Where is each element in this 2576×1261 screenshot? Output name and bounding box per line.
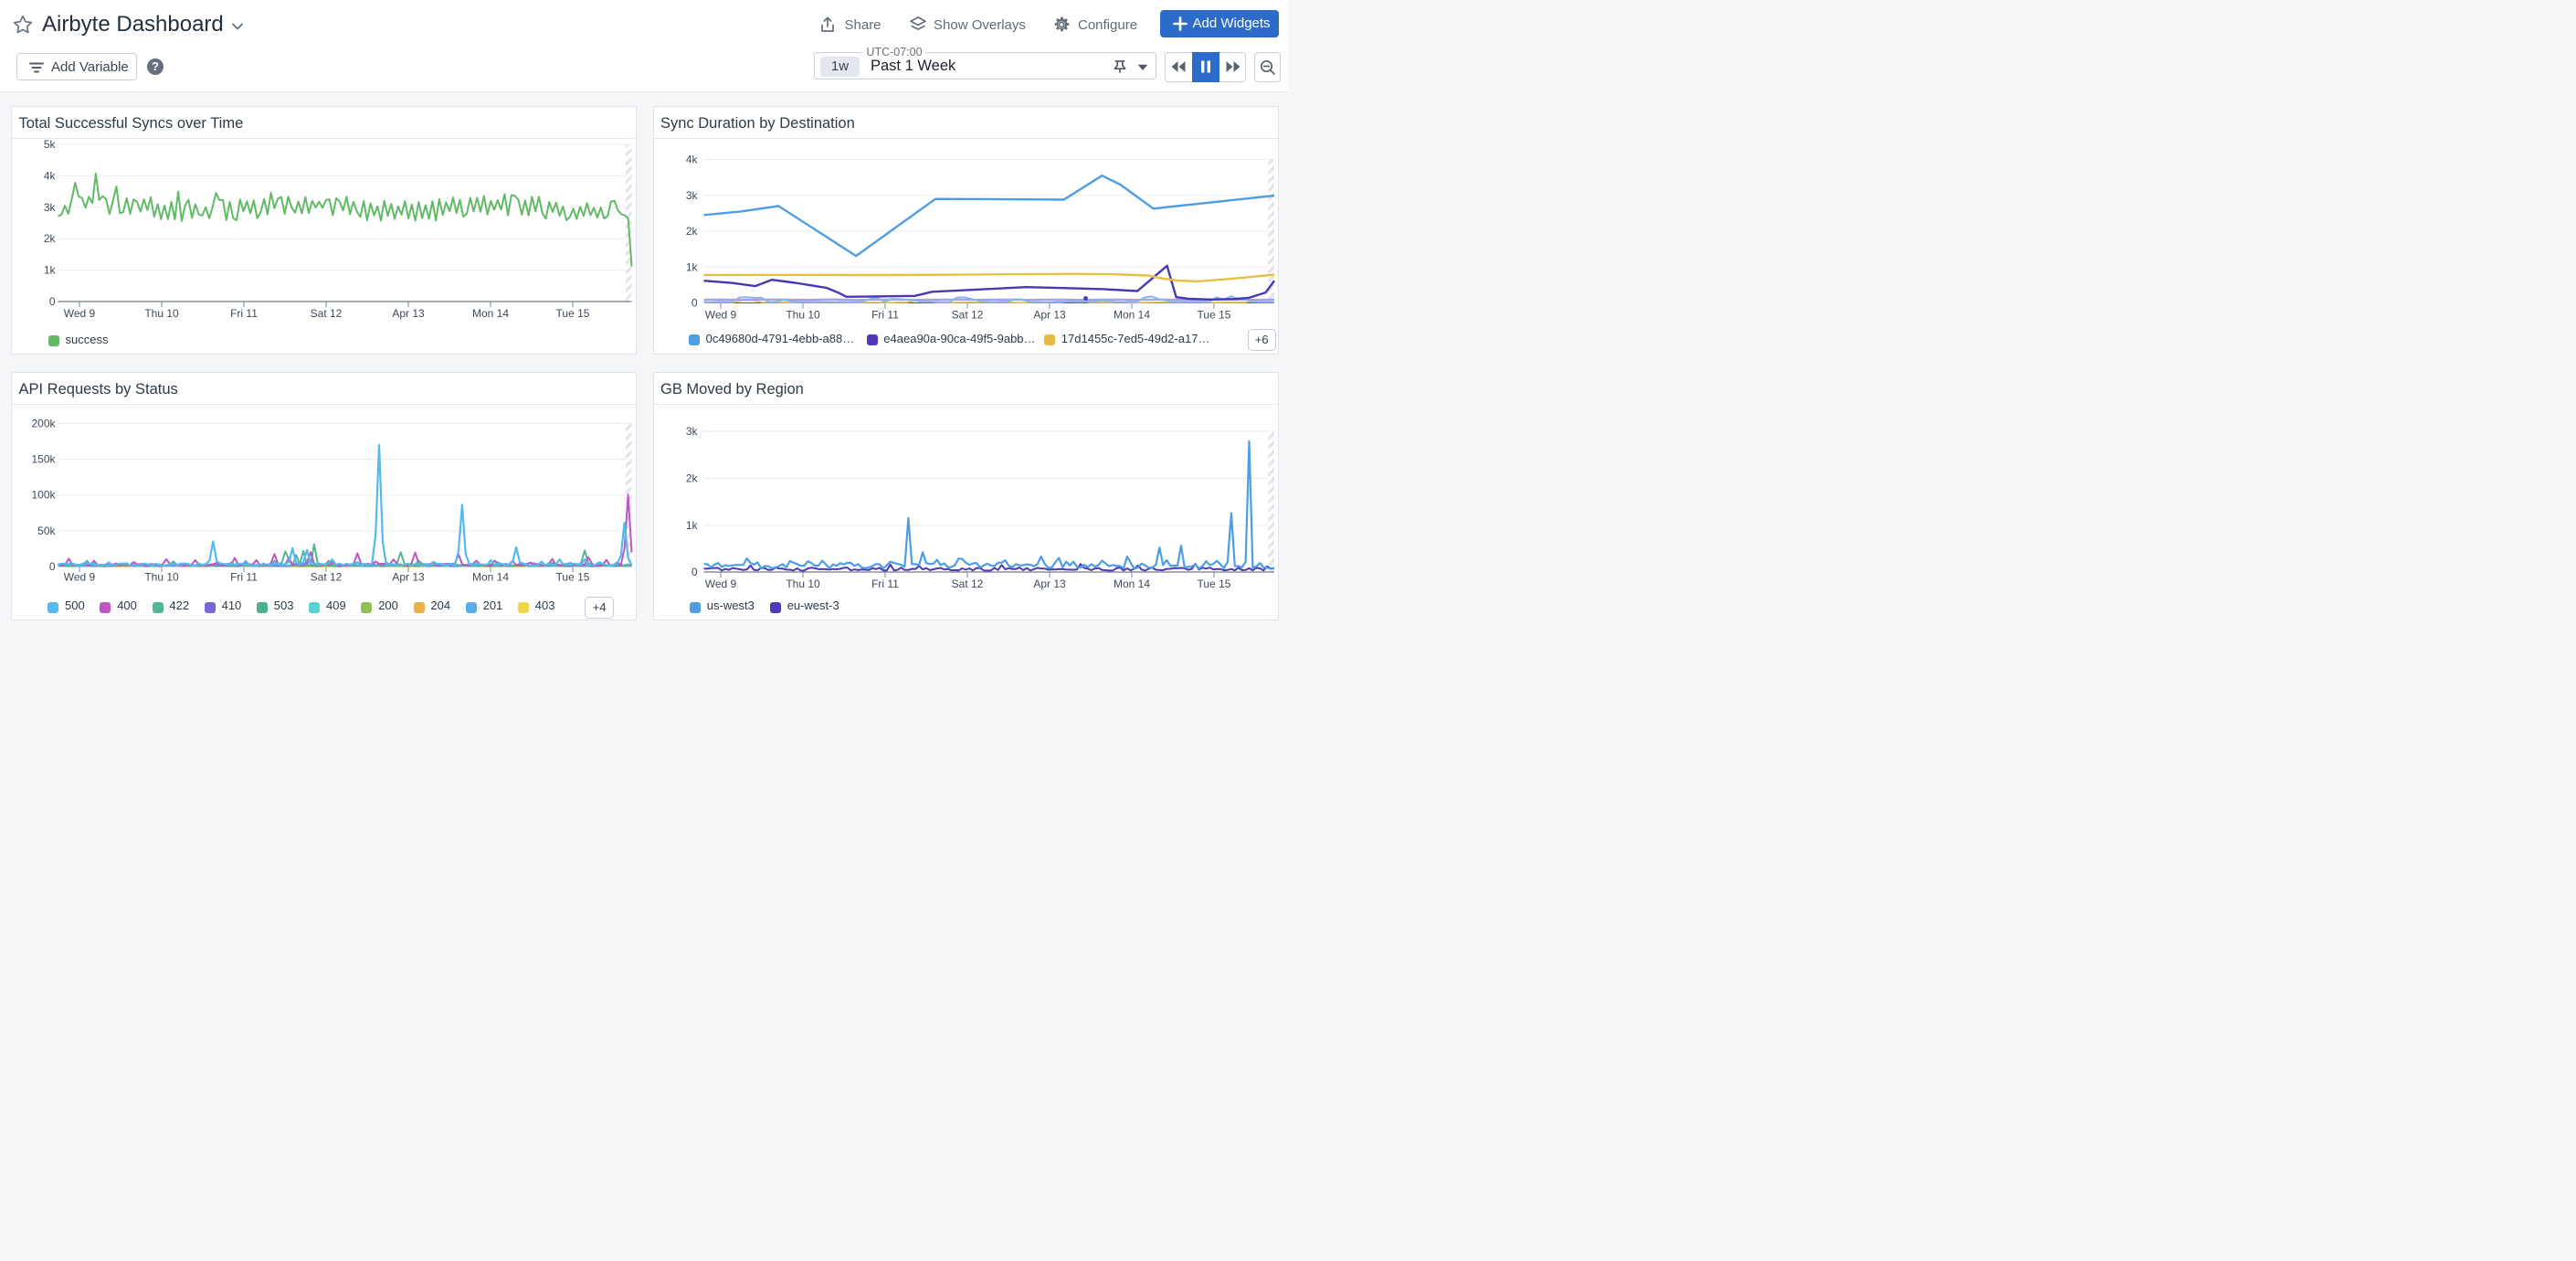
svg-text:0: 0 [49,560,56,573]
svg-text:Wed 9: Wed 9 [64,307,96,320]
svg-text:Fri 11: Fri 11 [230,307,258,320]
svg-text:Thu 10: Thu 10 [144,571,179,584]
svg-text:Wed 9: Wed 9 [704,308,736,321]
svg-text:4k: 4k [44,169,57,182]
svg-text:Mon 14: Mon 14 [1113,308,1149,321]
svg-text:Tue 15: Tue 15 [1197,578,1230,590]
svg-text:Wed 9: Wed 9 [704,578,736,590]
svg-text:Mon 14: Mon 14 [472,307,509,320]
svg-text:0: 0 [691,566,697,578]
svg-text:150k: 150k [31,453,56,466]
svg-text:Thu 10: Thu 10 [786,578,820,590]
svg-text:Sat 12: Sat 12 [311,571,343,584]
svg-text:5k: 5k [44,138,57,151]
svg-text:Fri 11: Fri 11 [230,571,258,584]
svg-text:50k: 50k [37,525,56,537]
svg-text:4k: 4k [685,153,698,165]
svg-text:Mon 14: Mon 14 [1113,578,1149,590]
svg-text:Apr 13: Apr 13 [1033,308,1066,321]
svg-text:3k: 3k [44,200,57,213]
svg-text:Sat 12: Sat 12 [951,308,983,321]
svg-text:Tue 15: Tue 15 [556,307,590,320]
svg-text:3k: 3k [685,425,698,438]
svg-text:Mon 14: Mon 14 [472,571,509,584]
svg-text:200k: 200k [31,417,56,429]
svg-text:Sat 12: Sat 12 [951,578,983,590]
svg-text:Apr 13: Apr 13 [392,307,425,320]
svg-text:Thu 10: Thu 10 [144,307,179,320]
svg-text:Fri 11: Fri 11 [871,578,899,590]
svg-text:2k: 2k [685,225,698,238]
svg-text:1k: 1k [685,519,698,532]
svg-text:Fri 11: Fri 11 [871,308,899,321]
svg-text:1k: 1k [44,263,57,276]
svg-text:0: 0 [49,295,56,308]
svg-text:Tue 15: Tue 15 [556,571,590,584]
svg-text:Wed 9: Wed 9 [64,571,96,584]
svg-text:0: 0 [691,296,697,309]
svg-text:3k: 3k [685,188,698,201]
svg-text:Thu 10: Thu 10 [786,308,820,321]
svg-text:1k: 1k [685,260,698,273]
svg-text:Sat 12: Sat 12 [311,307,343,320]
svg-text:Apr 13: Apr 13 [392,571,425,584]
svg-text:2k: 2k [685,472,698,485]
svg-text:Apr 13: Apr 13 [1033,578,1066,590]
svg-text:Tue 15: Tue 15 [1197,308,1230,321]
svg-text:2k: 2k [44,232,57,245]
svg-text:100k: 100k [31,489,56,502]
